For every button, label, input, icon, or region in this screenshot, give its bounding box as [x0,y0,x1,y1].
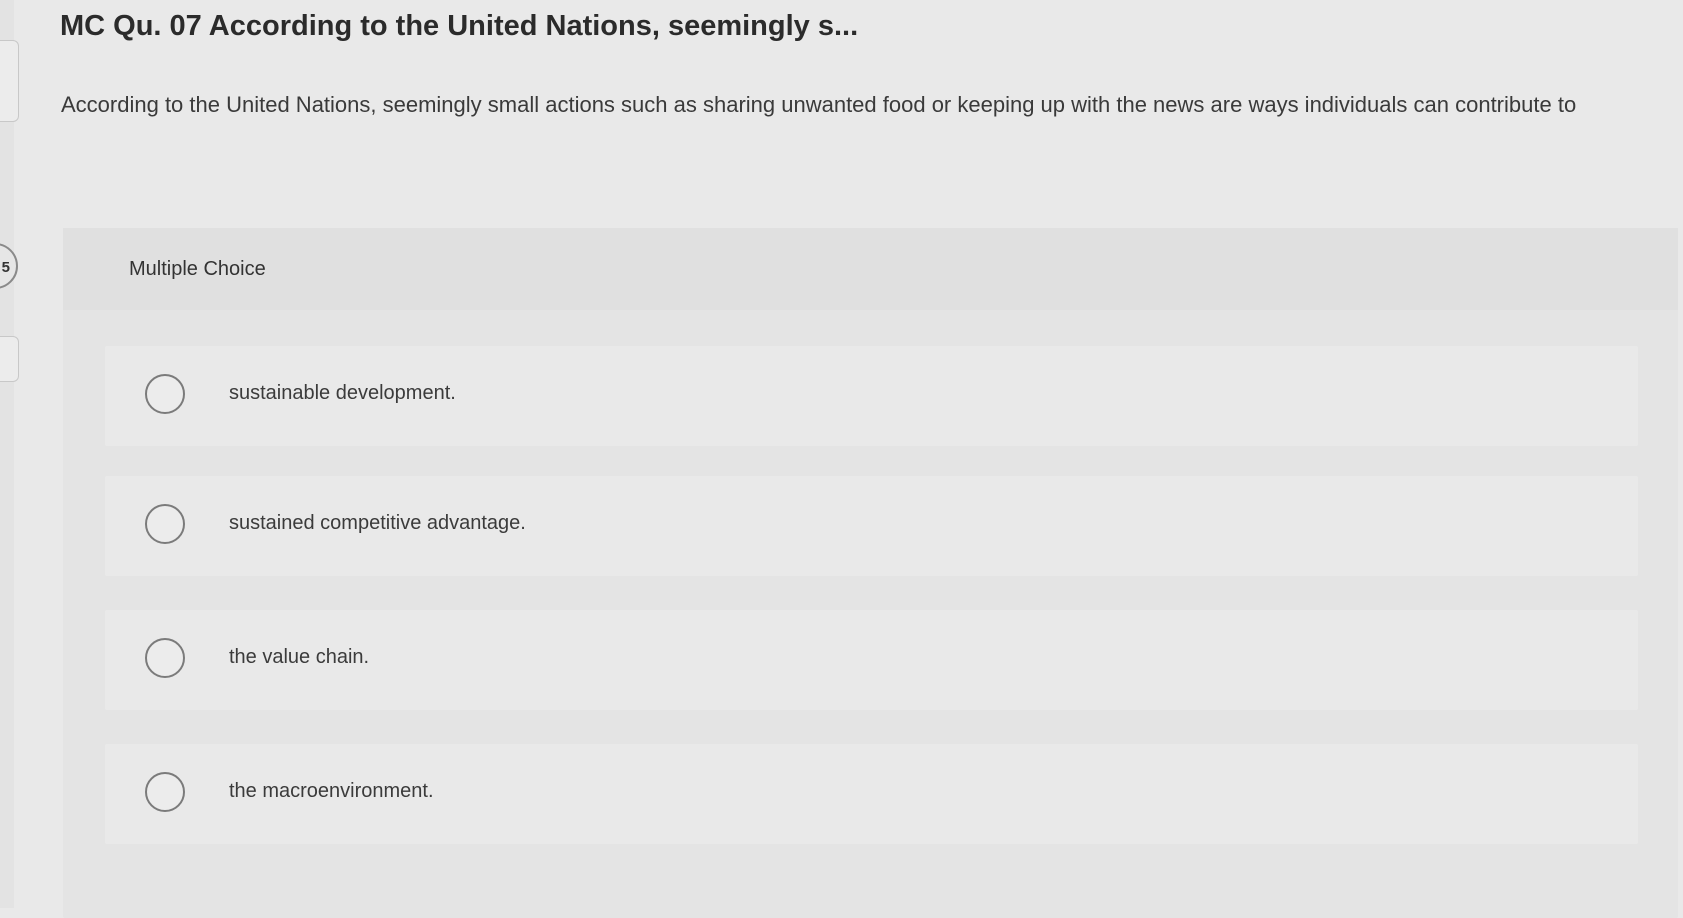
radio-unselected-icon[interactable] [145,772,185,812]
answer-option-label[interactable]: the value chain. [229,646,369,669]
answer-option[interactable]: sustained competitive advantage. [105,476,1638,576]
question-number-badge[interactable]: 5 [0,243,18,289]
answer-option-label[interactable]: the macroenvironment. [229,780,434,803]
answer-option-label[interactable]: sustained competitive advantage. [229,512,526,535]
multiple-choice-panel: Multiple Choice sustainable development.… [63,228,1678,918]
multiple-choice-header: Multiple Choice [63,228,1678,310]
question-prompt: According to the United Nations, seeming… [61,92,1577,117]
radio-unselected-icon[interactable] [145,504,185,544]
multiple-choice-label: Multiple Choice [129,258,266,280]
radio-unselected-icon[interactable] [145,374,185,414]
radio-unselected-icon[interactable] [145,638,185,678]
answer-option-label[interactable]: sustainable development. [229,382,456,405]
left-rail-tab[interactable] [0,40,19,122]
answer-option[interactable]: sustainable development. [105,346,1638,446]
answer-option[interactable]: the macroenvironment. [105,744,1638,844]
left-rail-tab[interactable] [0,336,19,382]
answer-option[interactable]: the value chain. [105,610,1638,710]
left-rail [0,0,14,908]
question-title: MC Qu. 07 According to the United Nation… [60,10,859,42]
